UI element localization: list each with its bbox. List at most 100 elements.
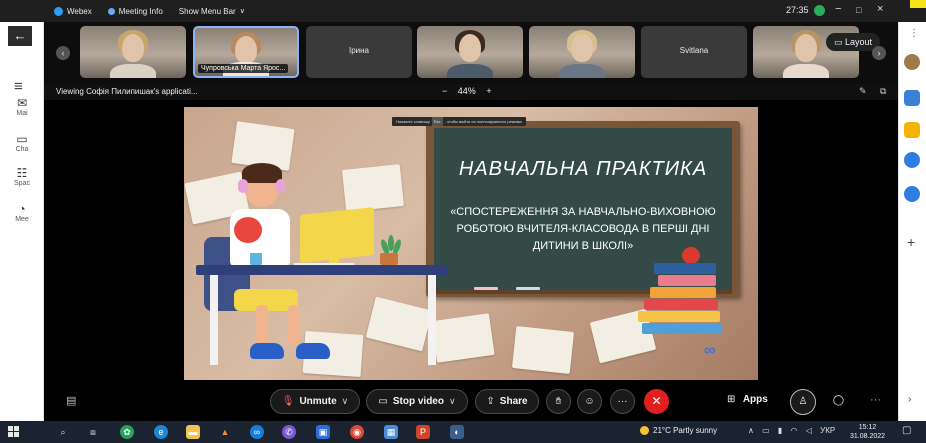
wifi-icon[interactable]: ◠ bbox=[791, 426, 798, 435]
calendar-app-icon[interactable] bbox=[904, 90, 920, 106]
participant-tile[interactable] bbox=[80, 26, 186, 78]
add-icon[interactable]: + bbox=[907, 234, 915, 250]
rail-item-chat[interactable]: ▭ Cha bbox=[2, 132, 42, 153]
rail-item-meetings[interactable]: ◔ Mee bbox=[2, 202, 42, 223]
start-logo-square bbox=[8, 426, 13, 431]
participant-strip: ‹ Чупровська Марта Ярос... Ірина Svitlan… bbox=[44, 22, 898, 84]
search-icon[interactable]: ⌕ bbox=[56, 425, 70, 439]
more-options-button[interactable]: ··· bbox=[610, 389, 635, 414]
zoom-control: − 44% + bbox=[442, 86, 492, 96]
contacts-app-icon[interactable] bbox=[904, 186, 920, 202]
kid-leg bbox=[256, 305, 268, 345]
hint-text-before: Нажмите клавишу bbox=[396, 119, 430, 124]
more-vertical-icon[interactable]: ⋮ bbox=[909, 28, 919, 39]
share-button[interactable]: ⇪ Share bbox=[475, 389, 539, 414]
show-menu-bar-button[interactable]: Show Menu Bar ∨ bbox=[179, 7, 245, 16]
participant-name-label: Чупровська Марта Ярос... bbox=[198, 64, 289, 73]
clock-date: 31.08.2022 bbox=[850, 433, 886, 440]
strip-next-button[interactable]: › bbox=[872, 46, 886, 60]
webex-app-menu[interactable]: Webex bbox=[54, 6, 92, 16]
close-button[interactable]: × bbox=[877, 3, 883, 15]
windows-start-button[interactable] bbox=[8, 426, 20, 438]
end-meeting-button[interactable]: ✕ bbox=[644, 389, 669, 414]
input-language[interactable]: УКР bbox=[820, 426, 835, 435]
zoom-app-icon[interactable]: ▣ bbox=[316, 425, 330, 439]
headphones-illustration bbox=[238, 179, 248, 193]
avatar[interactable] bbox=[904, 54, 920, 70]
network-icon[interactable]: ▭ bbox=[762, 426, 770, 435]
background-right-rail: ⋮ + › bbox=[898, 22, 926, 421]
system-tray: ∧ ▭ ▮ ◠ ◁ УКР bbox=[748, 426, 835, 435]
more-panels-button[interactable]: ··· bbox=[870, 394, 881, 406]
chevron-up-icon[interactable]: ∧ bbox=[748, 426, 754, 435]
taskbar-app-icon[interactable]: ▦ bbox=[384, 425, 398, 439]
participant-tile-active-speaker[interactable]: Чупровська Марта Ярос... bbox=[193, 26, 299, 78]
maximize-button[interactable]: □ bbox=[856, 5, 861, 15]
chevron-right-icon[interactable]: › bbox=[908, 394, 911, 405]
spaces-icon: ☷ bbox=[16, 166, 28, 180]
raise-hand-button[interactable]: ✋︎ bbox=[546, 389, 571, 414]
shared-screen-slide: НАВЧАЛЬНА ПРАКТИКА «СПОСТЕРЕЖЕННЯ ЗА НАВ… bbox=[184, 107, 758, 380]
stop-video-button[interactable]: ▭ Stop video ∨ bbox=[366, 389, 468, 414]
back-arrow-icon[interactable]: ← bbox=[8, 26, 32, 46]
strip-prev-button[interactable]: ‹ bbox=[56, 46, 70, 60]
participants-button[interactable]: ♙ bbox=[790, 389, 816, 415]
captions-icon[interactable]: ▤ bbox=[66, 394, 76, 407]
scattered-card bbox=[511, 326, 575, 374]
share-viewing-bar: Viewing Софія Пилипишак's applicati... −… bbox=[44, 84, 898, 100]
powerpoint-icon[interactable]: P bbox=[416, 425, 430, 439]
chalk-piece bbox=[474, 287, 498, 290]
rail-item-spaces[interactable]: ☷ Spac bbox=[2, 166, 42, 187]
stop-video-label: Stop video bbox=[392, 396, 444, 407]
reactions-button[interactable]: ☺ bbox=[577, 389, 602, 414]
partly-sunny-icon bbox=[640, 426, 649, 436]
participant-face bbox=[795, 34, 817, 62]
pop-out-icon[interactable]: ⧉ bbox=[880, 86, 886, 97]
book-illustration bbox=[642, 323, 722, 334]
rail-item-label: Mai bbox=[16, 110, 28, 117]
participant-tile[interactable]: Svitlana bbox=[641, 26, 747, 78]
battery-icon[interactable]: ▮ bbox=[778, 426, 782, 435]
apps-label: Apps bbox=[742, 394, 768, 405]
sync-app-icon[interactable] bbox=[904, 152, 920, 168]
rail-item-mail[interactable]: ✉ Mai bbox=[2, 96, 42, 117]
system-clock[interactable]: 15:12 31.08.2022 bbox=[850, 423, 885, 441]
webex-meeting-taskbar-icon[interactable]: ◐ bbox=[450, 425, 464, 439]
minimize-button[interactable]: − bbox=[835, 3, 841, 15]
vlc-icon[interactable]: ▲ bbox=[218, 425, 232, 439]
task-view-icon[interactable]: ⧈ bbox=[86, 425, 100, 439]
meeting-timer: 27:35 bbox=[786, 5, 809, 15]
webex-taskbar-icon[interactable]: ∞ bbox=[250, 425, 264, 439]
participant-tile[interactable] bbox=[417, 26, 523, 78]
hamburger-menu-icon[interactable]: ≡ bbox=[14, 78, 23, 95]
volume-icon[interactable]: ◁ bbox=[806, 426, 812, 435]
scattered-card bbox=[431, 313, 495, 363]
close-icon: ✕ bbox=[651, 394, 662, 408]
file-explorer-icon[interactable]: ▬ bbox=[186, 425, 200, 439]
zoom-in-button[interactable]: + bbox=[486, 86, 491, 96]
taskbar-app-icon[interactable]: ✿ bbox=[120, 425, 134, 439]
infinity-logo-icon: ∞ bbox=[704, 342, 716, 359]
weather-widget[interactable]: 21°C Partly sunny bbox=[640, 426, 717, 436]
annotate-icon[interactable]: ✎ bbox=[859, 86, 867, 97]
mail-icon: ✉ bbox=[16, 96, 28, 110]
zoom-out-button[interactable]: − bbox=[442, 86, 447, 96]
book-illustration bbox=[658, 275, 716, 286]
unmute-button[interactable]: 🎙︎ Unmute ∨ bbox=[270, 389, 360, 414]
participant-tile[interactable]: Ірина bbox=[306, 26, 412, 78]
book-illustration bbox=[638, 311, 720, 322]
book-illustration bbox=[650, 287, 716, 298]
apps-button[interactable]: ⊞ Apps bbox=[727, 394, 768, 405]
chat-button[interactable]: ◯ bbox=[826, 389, 851, 414]
chrome-browser-icon[interactable]: ◉ bbox=[350, 425, 364, 439]
viber-icon[interactable]: ✆ bbox=[282, 425, 296, 439]
layout-label: Layout bbox=[845, 37, 873, 47]
meeting-info-button[interactable]: Meeting Info bbox=[107, 7, 163, 16]
participant-tile[interactable] bbox=[529, 26, 635, 78]
headphones-illustration bbox=[276, 179, 286, 193]
notifications-icon[interactable]: ▢ bbox=[902, 425, 911, 436]
edge-browser-icon[interactable]: e bbox=[154, 425, 168, 439]
layout-button[interactable]: ▭ Layout bbox=[826, 33, 881, 51]
notes-app-icon[interactable] bbox=[904, 122, 920, 138]
desk-illustration bbox=[196, 265, 448, 275]
